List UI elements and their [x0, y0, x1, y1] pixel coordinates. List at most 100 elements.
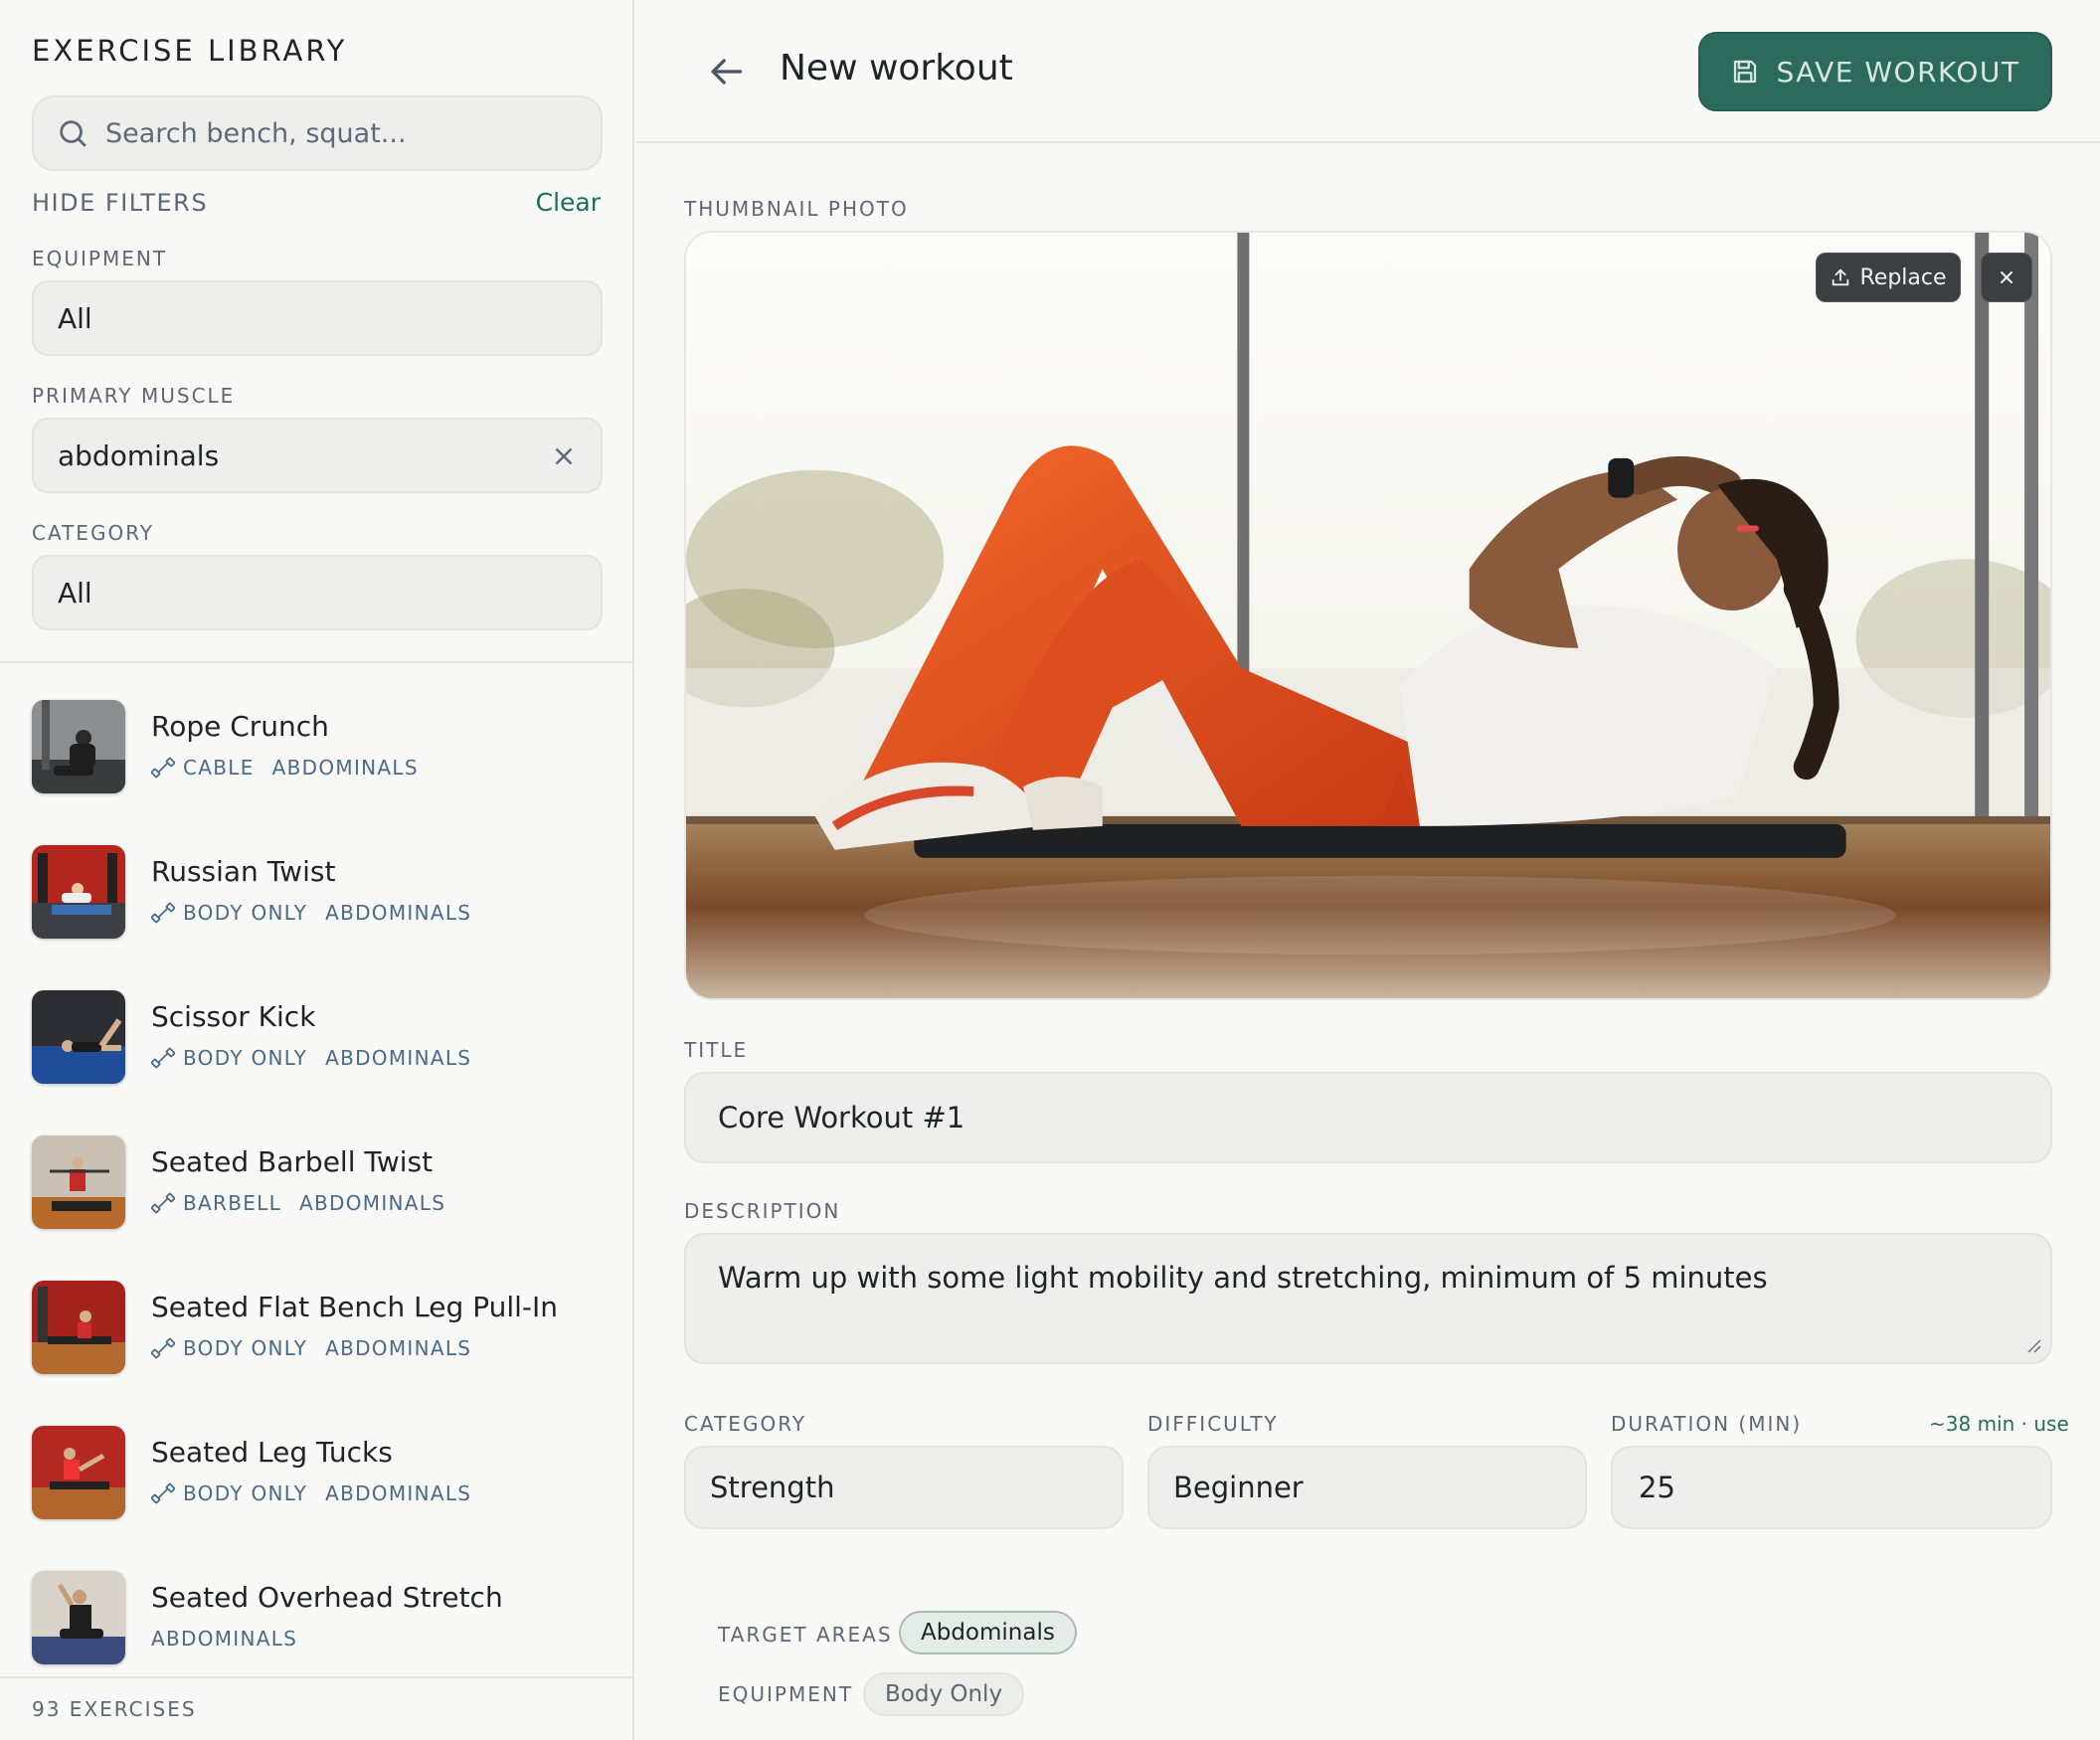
thumbnail-photo — [684, 231, 2052, 1000]
search-input[interactable] — [105, 117, 583, 149]
clear-muscle-icon[interactable] — [549, 441, 579, 471]
replace-photo-button[interactable]: Replace — [1816, 253, 1961, 302]
equipment-filter-select[interactable]: All — [32, 280, 603, 356]
primary-muscle-filter-value: abdominals — [58, 438, 220, 472]
exercise-item-seated-flat-bench-leg-pull-in[interactable]: Seated Flat Bench Leg Pull-In BODY ONLY … — [32, 1277, 609, 1374]
exercise-muscle: ABDOMINALS — [299, 1191, 446, 1215]
exercise-thumbnail — [32, 1281, 125, 1374]
clear-filters-link[interactable]: Clear — [536, 188, 601, 217]
exercise-equipment: BODY ONLY — [183, 1481, 308, 1505]
exercise-name: Seated Barbell Twist — [151, 1145, 434, 1178]
title-input[interactable]: Core Workout #1 — [684, 1072, 2052, 1163]
category-select[interactable]: Strength — [684, 1446, 1124, 1529]
description-value: Warm up with some light mobility and str… — [718, 1261, 1768, 1295]
exercise-muscle: ABDOMINALS — [325, 1046, 472, 1070]
primary-muscle-filter-label: PRIMARY MUSCLE — [32, 384, 236, 408]
primary-muscle-filter-select[interactable]: abdominals — [32, 418, 603, 493]
category-filter-select[interactable]: All — [32, 555, 603, 630]
exercise-equipment: BARBELL — [183, 1191, 282, 1215]
exercise-name: Russian Twist — [151, 855, 336, 888]
duration-label: DURATION (MIN) — [1611, 1412, 1803, 1436]
exercise-item-seated-overhead-stretch[interactable]: Seated Overhead Stretch ABDOMINALS — [32, 1567, 609, 1664]
exercise-equipment: CABLE — [183, 756, 255, 780]
exercise-item-russian-twist[interactable]: Russian Twist BODY ONLY ABDOMINALS — [32, 841, 609, 939]
exercise-thumbnail — [32, 990, 125, 1084]
sidebar-divider — [0, 661, 634, 663]
exercise-item-seated-leg-tucks[interactable]: Seated Leg Tucks BODY ONLY ABDOMINALS — [32, 1422, 609, 1519]
upload-icon — [1833, 268, 1849, 286]
library-title: EXERCISE LIBRARY — [32, 34, 348, 68]
exercise-thumbnail — [32, 1135, 125, 1229]
exercise-thumbnail — [32, 1571, 125, 1664]
thumbnail-label: THUMBNAIL PHOTO — [684, 197, 909, 221]
exercise-library-sidebar: EXERCISE LIBRARY HIDE FILTERS Clear EQUI… — [0, 0, 634, 1740]
save-workout-button[interactable]: SAVE WORKOUT — [1698, 32, 2052, 111]
target-area-chip[interactable]: Abdominals — [899, 1611, 1077, 1654]
exercise-count: 93 EXERCISES — [32, 1697, 197, 1721]
exercise-item-rope-crunch[interactable]: Rope Crunch CABLE ABDOMINALS — [32, 696, 609, 793]
exercise-equipment: BODY ONLY — [183, 1046, 308, 1070]
exercise-name: Rope Crunch — [151, 710, 329, 743]
title-label: TITLE — [684, 1038, 749, 1062]
exercise-meta: CABLE ABDOMINALS — [151, 756, 419, 780]
difficulty-select[interactable]: Beginner — [1147, 1446, 1587, 1529]
exercise-meta: BODY ONLY ABDOMINALS — [151, 1481, 471, 1505]
exercise-name: Seated Overhead Stretch — [151, 1581, 503, 1614]
title-value: Core Workout #1 — [718, 1101, 965, 1134]
exercise-item-scissor-kick[interactable]: Scissor Kick BODY ONLY ABDOMINALS — [32, 986, 609, 1084]
duration-estimate-hint[interactable]: ~38 min · use — [1929, 1412, 2069, 1436]
exercise-equipment: BODY ONLY — [183, 1336, 308, 1360]
dumbbell-icon — [151, 902, 175, 924]
workout-header: New workout SAVE WORKOUT — [636, 0, 2100, 143]
exercise-meta: ABDOMINALS — [151, 1627, 297, 1651]
duration-input[interactable]: 25 — [1611, 1446, 2052, 1529]
equipment-filter-value: All — [58, 301, 92, 335]
equipment-label: EQUIPMENT — [718, 1682, 854, 1706]
category-filter-label: CATEGORY — [32, 521, 155, 545]
dumbbell-icon — [151, 1337, 175, 1359]
page-title: New workout — [780, 48, 1013, 88]
exercise-meta: BODY ONLY ABDOMINALS — [151, 1046, 471, 1070]
difficulty-value: Beginner — [1173, 1471, 1304, 1504]
close-icon — [2001, 271, 2012, 283]
equipment-filter-label: EQUIPMENT — [32, 247, 168, 270]
exercise-muscle: ABDOMINALS — [325, 1481, 472, 1505]
difficulty-label: DIFFICULTY — [1147, 1412, 1279, 1436]
category-value: Strength — [710, 1471, 835, 1504]
floppy-disk-icon — [1734, 60, 1757, 84]
category-label: CATEGORY — [684, 1412, 807, 1436]
search-icon — [60, 120, 87, 147]
exercise-muscle: ABDOMINALS — [325, 901, 472, 925]
exercise-name: Scissor Kick — [151, 1000, 316, 1033]
target-areas-label: TARGET AREAS — [718, 1623, 893, 1647]
dumbbell-icon — [151, 1482, 175, 1504]
replace-photo-label: Replace — [1859, 264, 1947, 290]
workout-photo — [686, 233, 2050, 998]
exercise-name: Seated Leg Tucks — [151, 1436, 393, 1469]
exercise-item-seated-barbell-twist[interactable]: Seated Barbell Twist BARBELL ABDOMINALS — [32, 1131, 609, 1229]
exercise-equipment: BODY ONLY — [183, 901, 308, 925]
dumbbell-icon — [151, 757, 175, 779]
remove-photo-button[interactable] — [1981, 253, 2032, 302]
exercise-meta: BODY ONLY ABDOMINALS — [151, 1336, 471, 1360]
equipment-chip[interactable]: Body Only — [863, 1672, 1025, 1716]
dumbbell-icon — [151, 1192, 175, 1214]
description-textarea[interactable]: Warm up with some light mobility and str… — [684, 1233, 2052, 1364]
save-workout-label: SAVE WORKOUT — [1776, 55, 2020, 88]
category-filter-value: All — [58, 576, 92, 609]
exercise-muscle: ABDOMINALS — [271, 756, 419, 780]
exercise-name: Seated Flat Bench Leg Pull-In — [151, 1291, 558, 1323]
duration-value: 25 — [1639, 1471, 1675, 1504]
resize-handle-icon[interactable] — [2024, 1336, 2042, 1354]
exercise-muscle: ABDOMINALS — [325, 1336, 472, 1360]
exercise-meta: BODY ONLY ABDOMINALS — [151, 901, 471, 925]
exercise-thumbnail — [32, 845, 125, 939]
sidebar-footer-divider — [0, 1676, 634, 1678]
hide-filters-toggle[interactable]: HIDE FILTERS — [32, 189, 208, 217]
exercise-thumbnail — [32, 700, 125, 793]
exercise-muscle: ABDOMINALS — [151, 1627, 298, 1651]
exercise-thumbnail — [32, 1426, 125, 1519]
search-box[interactable] — [32, 95, 603, 171]
back-arrow-icon[interactable] — [704, 50, 748, 93]
dumbbell-icon — [151, 1047, 175, 1069]
